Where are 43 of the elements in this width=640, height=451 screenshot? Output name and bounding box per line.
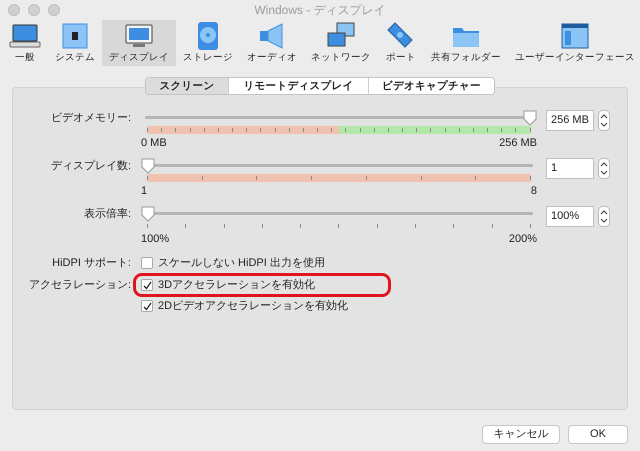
window-control[interactable] [48, 4, 60, 16]
checkbox[interactable] [141, 300, 153, 312]
slider-min-label: 100% [141, 232, 170, 246]
value-field[interactable]: 1 [546, 158, 594, 179]
value-field[interactable]: 100% [546, 206, 594, 227]
value-field[interactable]: 256 MB [546, 110, 594, 131]
toolbar-tab[interactable]: オーディオ [240, 20, 304, 66]
toolbar-tab[interactable]: 共有フォルダー [424, 20, 508, 66]
ok-button[interactable]: OK [568, 425, 628, 444]
stepper-icon[interactable] [598, 206, 610, 227]
slider-max-label: 8 [530, 184, 537, 198]
slider-min-label: 0 MB [141, 136, 167, 150]
toolbar-tab[interactable]: ディスプレイ [102, 20, 176, 66]
slider-min-label: 1 [141, 184, 148, 198]
segment-tab[interactable]: スクリーン [146, 78, 228, 94]
window-title: Windows - ディスプレイ [254, 2, 386, 19]
checkbox-label: スケールしない HiDPI 出力を使用 [158, 256, 325, 270]
toolbar-tab[interactable]: ポート [378, 20, 424, 66]
slider-max-label: 256 MB [499, 136, 537, 150]
toolbar-tab[interactable]: ストレージ [176, 20, 240, 66]
checkbox[interactable] [141, 279, 153, 291]
slider-label: ビデオメモリー: [50, 111, 131, 125]
slider-label: 表示倍率: [82, 207, 131, 221]
slider-max-label: 200% [508, 232, 537, 246]
slider-thumb[interactable] [523, 110, 537, 126]
slider-thumb[interactable] [141, 206, 155, 222]
option-label: アクセラレーション: [28, 278, 131, 292]
checkbox-label: 2Dビデオアクセラレーションを有効化 [158, 299, 348, 313]
option-label: HiDPI サポート: [51, 256, 131, 270]
stepper-icon[interactable] [598, 158, 610, 179]
checkbox[interactable] [141, 257, 153, 269]
slider-thumb[interactable] [141, 158, 155, 174]
toolbar-tab[interactable]: システム [48, 20, 102, 66]
slider-label: ディスプレイ数: [50, 159, 131, 173]
window-control[interactable] [8, 4, 20, 16]
window-control[interactable] [28, 4, 40, 16]
toolbar-tab[interactable]: ユーザーインターフェース [508, 20, 640, 66]
stepper-icon[interactable] [598, 110, 610, 131]
toolbar-tab[interactable]: ネットワーク [304, 20, 378, 66]
checkbox-label: 3Dアクセラレーションを有効化 [158, 278, 316, 292]
cancel-button[interactable]: キャンセル [482, 425, 560, 444]
toolbar-tab[interactable]: 一般 [2, 20, 48, 66]
segment-tab[interactable]: ビデオキャプチャー [368, 78, 494, 94]
